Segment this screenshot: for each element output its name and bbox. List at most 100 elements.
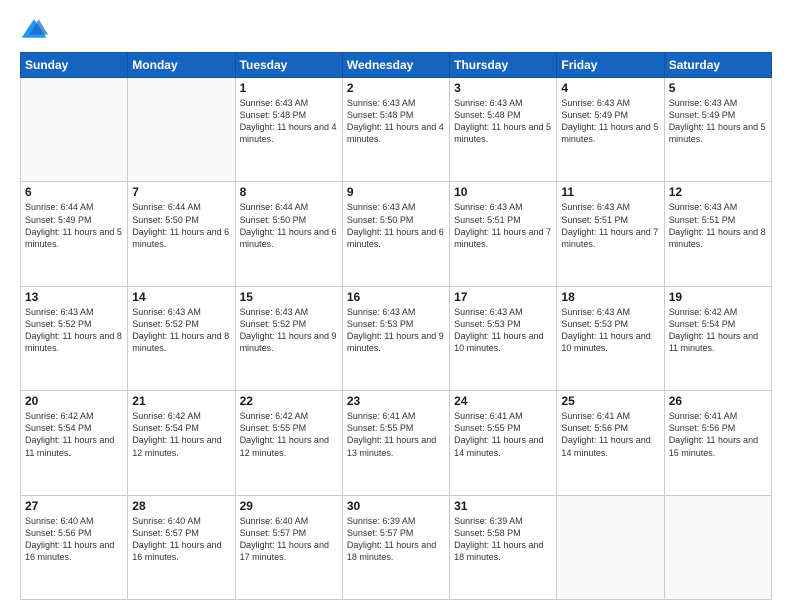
day-number: 29 <box>240 499 338 513</box>
calendar-cell: 29Sunrise: 6:40 AM Sunset: 5:57 PM Dayli… <box>235 495 342 599</box>
day-number: 16 <box>347 290 445 304</box>
day-info: Sunrise: 6:43 AM Sunset: 5:53 PM Dayligh… <box>347 306 445 355</box>
day-number: 4 <box>561 81 659 95</box>
day-info: Sunrise: 6:42 AM Sunset: 5:54 PM Dayligh… <box>669 306 767 355</box>
calendar-cell: 3Sunrise: 6:43 AM Sunset: 5:48 PM Daylig… <box>450 78 557 182</box>
calendar-cell: 20 Sunrise: 6:42 AM Sunset: 5:54 PM Dayli… <box>21 391 128 495</box>
calendar-cell: 8Sunrise: 6:44 AM Sunset: 5:50 PM Daylig… <box>235 182 342 286</box>
day-number: 9 <box>347 185 445 199</box>
calendar-cell: 2Sunrise: 6:43 AM Sunset: 5:48 PM Daylig… <box>342 78 449 182</box>
calendar-cell: 4 Sunrise: 6:43 AM Sunset: 5:49 PM Daylig… <box>557 78 664 182</box>
calendar-cell: 13 Sunrise: 6:43 AM Sunset: 5:52 PM Dayli… <box>21 286 128 390</box>
day-info: Sunrise: 6:43 AM Sunset: 5:49 PM Dayligh… <box>669 97 767 146</box>
calendar-cell: 15Sunrise: 6:43 AM Sunset: 5:52 PM Dayli… <box>235 286 342 390</box>
day-info: Sunrise: 6:44 AM Sunset: 5:50 PM Dayligh… <box>240 201 338 250</box>
day-info: Sunrise: 6:43 AM Sunset: 5:53 PM Dayligh… <box>454 306 552 355</box>
day-info: Sunrise: 6:42 AM Sunset: 5:54 PM Dayligh… <box>132 410 230 459</box>
logo-icon <box>20 16 48 44</box>
calendar-cell: 5 Sunrise: 6:43 AM Sunset: 5:49 PM Daylig… <box>664 78 771 182</box>
day-info: Sunrise: 6:44 AM Sunset: 5:49 PM Dayligh… <box>25 201 123 250</box>
calendar-cell <box>21 78 128 182</box>
day-number: 14 <box>132 290 230 304</box>
day-number: 25 <box>561 394 659 408</box>
day-info: Sunrise: 6:40 AM Sunset: 5:56 PM Dayligh… <box>25 515 123 564</box>
calendar-table: SundayMondayTuesdayWednesdayThursdayFrid… <box>20 52 772 600</box>
calendar-week-row: 1 Sunrise: 6:43 AM Sunset: 5:48 PM Daylig… <box>21 78 772 182</box>
calendar-cell: 11 Sunrise: 6:43 AM Sunset: 5:51 PM Dayli… <box>557 182 664 286</box>
calendar-week-row: 13 Sunrise: 6:43 AM Sunset: 5:52 PM Dayli… <box>21 286 772 390</box>
calendar-cell: 14 Sunrise: 6:43 AM Sunset: 5:52 PM Dayli… <box>128 286 235 390</box>
calendar-cell: 16 Sunrise: 6:43 AM Sunset: 5:53 PM Dayli… <box>342 286 449 390</box>
day-number: 24 <box>454 394 552 408</box>
day-number: 21 <box>132 394 230 408</box>
day-number: 6 <box>25 185 123 199</box>
day-info: Sunrise: 6:43 AM Sunset: 5:50 PM Dayligh… <box>347 201 445 250</box>
calendar-cell <box>128 78 235 182</box>
day-info: Sunrise: 6:44 AM Sunset: 5:50 PM Dayligh… <box>132 201 230 250</box>
day-info: Sunrise: 6:43 AM Sunset: 5:48 PM Dayligh… <box>347 97 445 146</box>
calendar-cell: 25 Sunrise: 6:41 AM Sunset: 5:56 PM Dayli… <box>557 391 664 495</box>
day-info: Sunrise: 6:41 AM Sunset: 5:55 PM Dayligh… <box>347 410 445 459</box>
calendar-cell: 19 Sunrise: 6:42 AM Sunset: 5:54 PM Dayli… <box>664 286 771 390</box>
day-info: Sunrise: 6:42 AM Sunset: 5:54 PM Dayligh… <box>25 410 123 459</box>
calendar-day-header: Monday <box>128 53 235 78</box>
calendar-cell: 28 Sunrise: 6:40 AM Sunset: 5:57 PM Dayli… <box>128 495 235 599</box>
calendar-cell: 30 Sunrise: 6:39 AM Sunset: 5:57 PM Dayli… <box>342 495 449 599</box>
calendar-cell <box>557 495 664 599</box>
day-number: 27 <box>25 499 123 513</box>
day-info: Sunrise: 6:41 AM Sunset: 5:56 PM Dayligh… <box>669 410 767 459</box>
day-info: Sunrise: 6:40 AM Sunset: 5:57 PM Dayligh… <box>132 515 230 564</box>
day-number: 31 <box>454 499 552 513</box>
calendar-day-header: Saturday <box>664 53 771 78</box>
calendar-cell: 23 Sunrise: 6:41 AM Sunset: 5:55 PM Dayli… <box>342 391 449 495</box>
calendar-day-header: Sunday <box>21 53 128 78</box>
calendar-cell: 26Sunrise: 6:41 AM Sunset: 5:56 PM Dayli… <box>664 391 771 495</box>
calendar-week-row: 6 Sunrise: 6:44 AM Sunset: 5:49 PM Daylig… <box>21 182 772 286</box>
calendar-cell: 24 Sunrise: 6:41 AM Sunset: 5:55 PM Dayli… <box>450 391 557 495</box>
calendar-cell: 18Sunrise: 6:43 AM Sunset: 5:53 PM Dayli… <box>557 286 664 390</box>
day-number: 17 <box>454 290 552 304</box>
logo <box>20 16 52 44</box>
day-number: 18 <box>561 290 659 304</box>
calendar-week-row: 20 Sunrise: 6:42 AM Sunset: 5:54 PM Dayli… <box>21 391 772 495</box>
calendar-cell <box>664 495 771 599</box>
header <box>20 16 772 44</box>
day-number: 11 <box>561 185 659 199</box>
calendar-cell: 7Sunrise: 6:44 AM Sunset: 5:50 PM Daylig… <box>128 182 235 286</box>
day-number: 20 <box>25 394 123 408</box>
day-number: 15 <box>240 290 338 304</box>
day-info: Sunrise: 6:43 AM Sunset: 5:48 PM Dayligh… <box>240 97 338 146</box>
day-number: 30 <box>347 499 445 513</box>
calendar-cell: 31 Sunrise: 6:39 AM Sunset: 5:58 PM Dayli… <box>450 495 557 599</box>
day-info: Sunrise: 6:43 AM Sunset: 5:51 PM Dayligh… <box>669 201 767 250</box>
day-info: Sunrise: 6:39 AM Sunset: 5:57 PM Dayligh… <box>347 515 445 564</box>
day-number: 28 <box>132 499 230 513</box>
calendar-cell: 22 Sunrise: 6:42 AM Sunset: 5:55 PM Dayli… <box>235 391 342 495</box>
day-info: Sunrise: 6:43 AM Sunset: 5:52 PM Dayligh… <box>25 306 123 355</box>
day-number: 1 <box>240 81 338 95</box>
calendar-day-header: Wednesday <box>342 53 449 78</box>
calendar-cell: 17 Sunrise: 6:43 AM Sunset: 5:53 PM Dayli… <box>450 286 557 390</box>
day-info: Sunrise: 6:41 AM Sunset: 5:56 PM Dayligh… <box>561 410 659 459</box>
calendar-cell: 21 Sunrise: 6:42 AM Sunset: 5:54 PM Dayli… <box>128 391 235 495</box>
day-info: Sunrise: 6:43 AM Sunset: 5:52 PM Dayligh… <box>132 306 230 355</box>
day-number: 19 <box>669 290 767 304</box>
day-info: Sunrise: 6:41 AM Sunset: 5:55 PM Dayligh… <box>454 410 552 459</box>
day-number: 23 <box>347 394 445 408</box>
day-number: 22 <box>240 394 338 408</box>
calendar-cell: 6 Sunrise: 6:44 AM Sunset: 5:49 PM Daylig… <box>21 182 128 286</box>
day-info: Sunrise: 6:43 AM Sunset: 5:51 PM Dayligh… <box>561 201 659 250</box>
day-number: 3 <box>454 81 552 95</box>
day-number: 10 <box>454 185 552 199</box>
day-info: Sunrise: 6:39 AM Sunset: 5:58 PM Dayligh… <box>454 515 552 564</box>
day-number: 5 <box>669 81 767 95</box>
calendar-header-row: SundayMondayTuesdayWednesdayThursdayFrid… <box>21 53 772 78</box>
day-number: 13 <box>25 290 123 304</box>
calendar-cell: 9 Sunrise: 6:43 AM Sunset: 5:50 PM Daylig… <box>342 182 449 286</box>
day-info: Sunrise: 6:42 AM Sunset: 5:55 PM Dayligh… <box>240 410 338 459</box>
page: SundayMondayTuesdayWednesdayThursdayFrid… <box>0 0 792 612</box>
calendar-cell: 10Sunrise: 6:43 AM Sunset: 5:51 PM Dayli… <box>450 182 557 286</box>
day-info: Sunrise: 6:43 AM Sunset: 5:49 PM Dayligh… <box>561 97 659 146</box>
calendar-day-header: Friday <box>557 53 664 78</box>
calendar-week-row: 27 Sunrise: 6:40 AM Sunset: 5:56 PM Dayli… <box>21 495 772 599</box>
